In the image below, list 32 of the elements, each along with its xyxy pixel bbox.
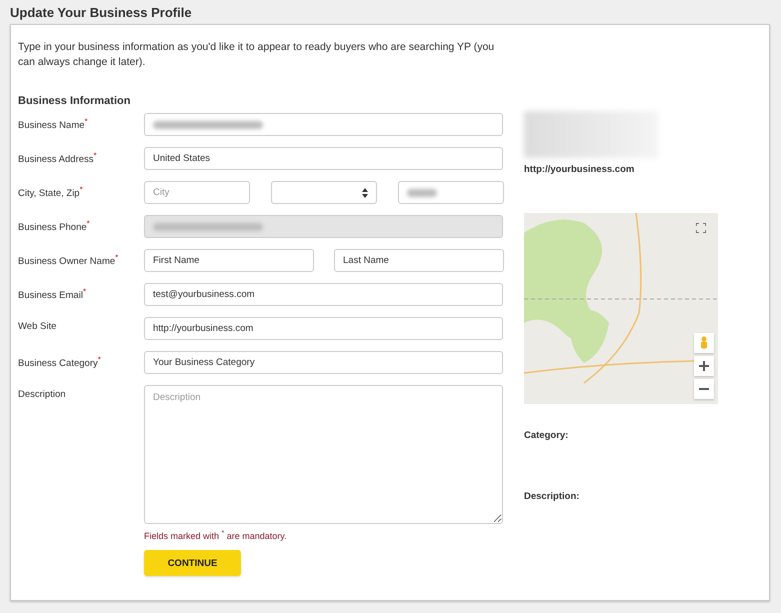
fullscreen-icon[interactable] (696, 223, 706, 233)
zoom-out-icon[interactable] (694, 379, 714, 399)
category-label: Category: (524, 430, 570, 441)
section-title: Business Information (18, 95, 132, 109)
state-select[interactable] (271, 181, 377, 204)
input-field[interactable]: Last Name (334, 249, 504, 272)
intro-text: Type in your business information as you'd like it to appear to ready buyers who are searching YP (you can always change it later). (18, 40, 496, 70)
input-field[interactable]: First Name (144, 249, 314, 272)
field-label: Business Address$^{*}$ (18, 150, 98, 166)
field-label: Description (18, 388, 67, 400)
input-field[interactable] (398, 181, 504, 204)
field-label: Business Category$^{*}$ (18, 354, 102, 370)
mandatory-note: Fields marked with $^{*}$ are mandatory. (144, 530, 288, 541)
input-field[interactable]: City (144, 181, 250, 204)
zoom-in-icon[interactable] (694, 356, 714, 376)
select-arrows-icon (362, 188, 368, 198)
field-label: Business Email$^{*}$ (18, 286, 88, 302)
field-label: Business Owner Name$^{*}$ (18, 252, 120, 268)
input-field[interactable]: United States (144, 147, 503, 170)
field-label: City, State, Zip$^{*}$ (18, 184, 84, 200)
description-field[interactable]: Description (144, 385, 503, 524)
website-text: http://yourbusiness.com (524, 164, 636, 175)
field-label: Business Name$^{*}$ (18, 116, 89, 132)
input-field[interactable]: Your Business Category (144, 351, 503, 374)
field-label: Web Site (18, 320, 58, 332)
input-field[interactable] (144, 113, 503, 136)
field-label: Business Phone$^{*}$ (18, 218, 91, 234)
continue-button[interactable]: CONTINUE (144, 550, 241, 576)
input-field[interactable]: http://yourbusiness.com (144, 317, 503, 340)
description-label: Description: (524, 491, 580, 502)
page-title: Update Your Business Profile (10, 4, 193, 22)
input-field[interactable]: test@yourbusiness.com (144, 283, 503, 306)
